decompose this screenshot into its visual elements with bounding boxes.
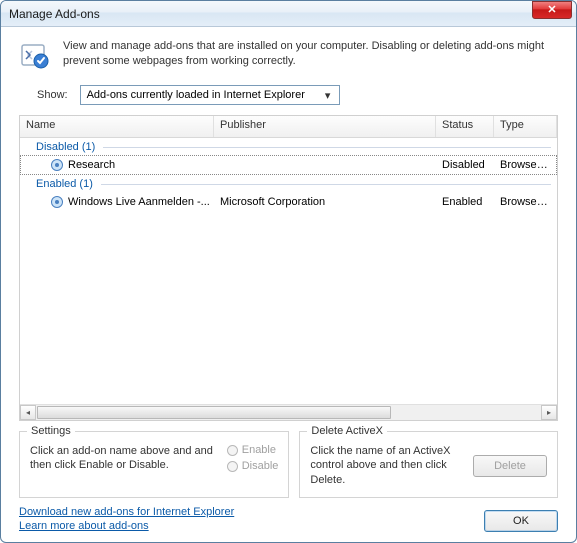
list-row[interactable]: Research Disabled Browser Ex: [20, 155, 557, 175]
settings-group: Settings Click an add-on name above and …: [19, 431, 289, 498]
col-header-type[interactable]: Type: [494, 116, 557, 137]
learn-more-link[interactable]: Learn more about add-ons: [19, 520, 149, 532]
footer-links: Download new add-ons for Internet Explor…: [19, 506, 474, 532]
enable-label: Enable: [242, 444, 276, 456]
scroll-track[interactable]: [36, 405, 541, 420]
delete-title: Delete ActiveX: [307, 425, 387, 437]
window-title: Manage Add-ons: [9, 7, 532, 21]
group-label: Disabled (1): [36, 141, 95, 153]
col-header-publisher[interactable]: Publisher: [214, 116, 436, 137]
disable-radio: Disable: [227, 460, 279, 472]
show-dropdown[interactable]: Add-ons currently loaded in Internet Exp…: [80, 85, 340, 105]
group-divider: [103, 147, 551, 148]
close-button[interactable]: ✕: [532, 1, 572, 19]
col-header-name[interactable]: Name: [20, 116, 214, 137]
enable-radio: Enable: [227, 444, 279, 456]
radio-icon: [227, 445, 238, 456]
chevron-down-icon: ▾: [321, 89, 335, 102]
scroll-left-button[interactable]: ◂: [20, 405, 36, 420]
settings-title: Settings: [27, 425, 75, 437]
list-row[interactable]: Windows Live Aanmelden -... Microsoft Co…: [20, 192, 557, 212]
group-label: Enabled (1): [36, 178, 93, 190]
settings-desc: Click an add-on name above and and then …: [30, 444, 217, 473]
show-row: Show: Add-ons currently loaded in Intern…: [19, 85, 558, 105]
enable-disable-radios: Enable Disable: [227, 444, 279, 472]
disable-label: Disable: [242, 460, 279, 472]
addon-type: Browser H: [494, 196, 557, 208]
scroll-thumb[interactable]: [37, 406, 391, 419]
show-label: Show:: [37, 89, 68, 101]
header-text: View and manage add-ons that are install…: [63, 39, 558, 71]
col-header-status[interactable]: Status: [436, 116, 494, 137]
list-body: Disabled (1) Research Disabled Browser E…: [20, 138, 557, 404]
delete-button: Delete: [473, 455, 547, 477]
addon-publisher: Microsoft Corporation: [214, 196, 436, 208]
addon-status: Disabled: [436, 159, 494, 171]
titlebar[interactable]: Manage Add-ons ✕: [1, 1, 576, 27]
close-icon: ✕: [547, 3, 556, 16]
addon-status: Enabled: [436, 196, 494, 208]
show-dropdown-value: Add-ons currently loaded in Internet Exp…: [87, 89, 321, 101]
addon-icon: [50, 195, 64, 209]
addon-icon: [50, 158, 64, 172]
manage-addons-dialog: Manage Add-ons ✕ View and manage add-ons…: [0, 0, 577, 543]
download-addons-link[interactable]: Download new add-ons for Internet Explor…: [19, 506, 234, 518]
list-header: Name Publisher Status Type: [20, 116, 557, 138]
bottom-panels: Settings Click an add-on name above and …: [19, 431, 558, 498]
radio-icon: [227, 461, 238, 472]
delete-desc: Click the name of an ActiveX control abo…: [310, 444, 463, 487]
group-divider: [101, 184, 551, 185]
addon-name: Research: [68, 159, 115, 171]
addon-type: Browser Ex: [494, 159, 557, 171]
addons-list: Name Publisher Status Type Disabled (1) …: [19, 115, 558, 421]
addon-name: Windows Live Aanmelden -...: [68, 196, 210, 208]
addons-icon: [19, 39, 51, 71]
group-header-disabled[interactable]: Disabled (1): [20, 138, 557, 155]
scroll-right-button[interactable]: ▸: [541, 405, 557, 420]
delete-activex-group: Delete ActiveX Click the name of an Acti…: [299, 431, 558, 498]
footer: Download new add-ons for Internet Explor…: [19, 506, 558, 532]
group-header-enabled[interactable]: Enabled (1): [20, 175, 557, 192]
content-area: View and manage add-ons that are install…: [1, 27, 576, 542]
header-row: View and manage add-ons that are install…: [19, 39, 558, 71]
horizontal-scrollbar[interactable]: ◂ ▸: [20, 404, 557, 420]
ok-button[interactable]: OK: [484, 510, 558, 532]
